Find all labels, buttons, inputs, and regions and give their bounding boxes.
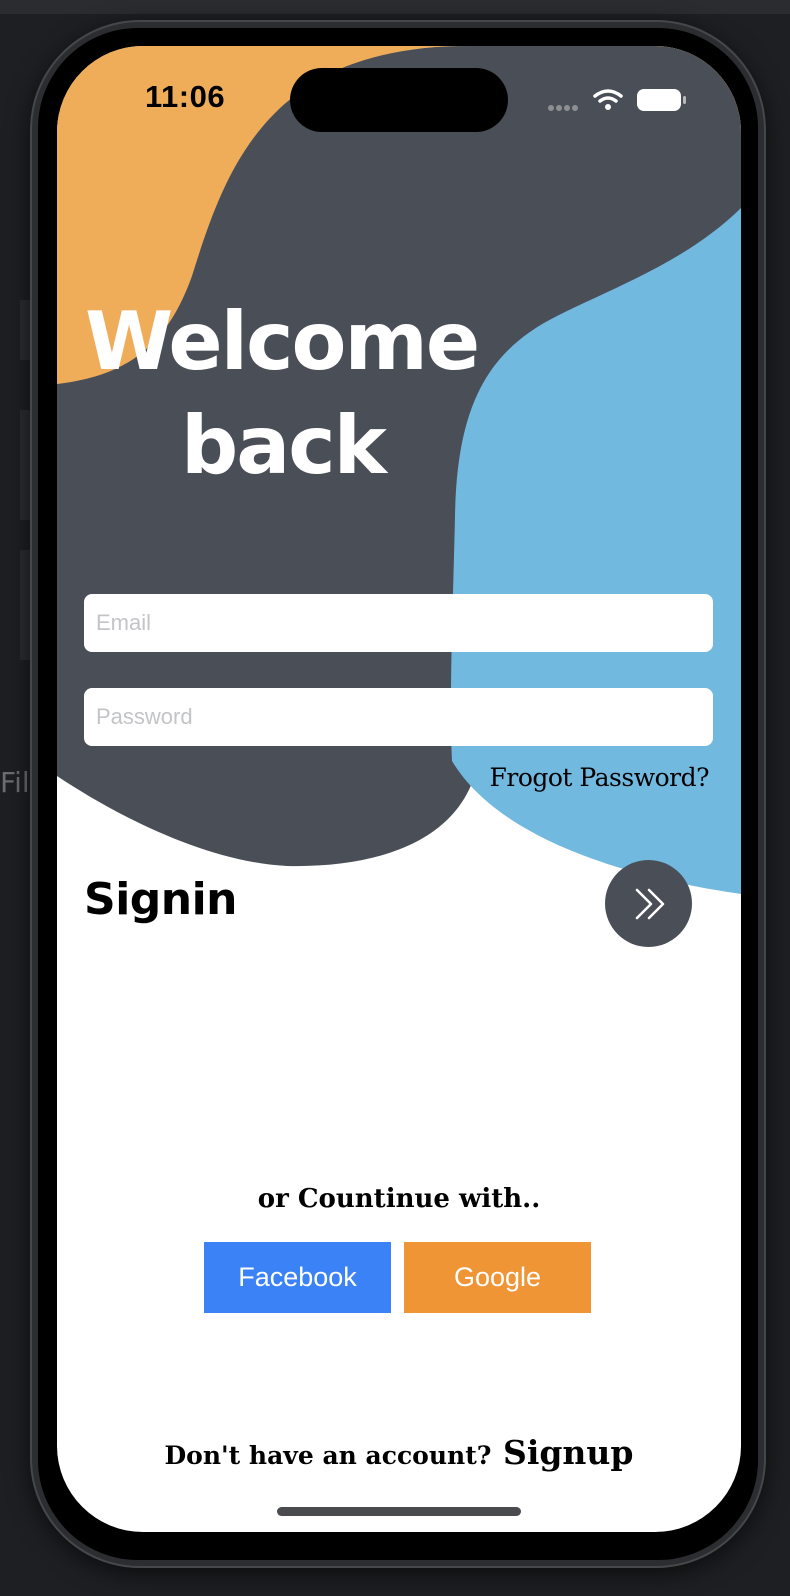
battery-icon xyxy=(637,89,686,111)
signup-footer: Don't have an account? Signup xyxy=(57,1433,741,1472)
facebook-button[interactable]: Facebook xyxy=(204,1242,391,1313)
welcome-line-2: back xyxy=(181,399,387,492)
background-side-label: Fil xyxy=(0,766,30,799)
email-field[interactable] xyxy=(84,594,713,652)
password-field[interactable] xyxy=(84,688,713,746)
signup-question: Don't have an account? xyxy=(164,1441,492,1470)
app-screen: 11:06 Welcome back Frogot Password? Sign… xyxy=(57,46,741,1532)
google-button[interactable]: Google xyxy=(404,1242,591,1313)
dynamic-island xyxy=(290,68,508,132)
social-prompt: or Countinue with.. xyxy=(257,1184,541,1214)
signin-button[interactable] xyxy=(605,860,692,947)
signin-label: Signin xyxy=(84,874,238,925)
wifi-icon xyxy=(593,89,623,110)
welcome-line-1: Welcome xyxy=(85,295,480,388)
forgot-password-link[interactable]: Frogot Password? xyxy=(490,763,710,792)
ide-top-bar xyxy=(0,0,790,14)
status-time: 11:06 xyxy=(145,79,226,114)
double-chevron-right-icon xyxy=(635,888,664,919)
welcome-heading: Welcome back xyxy=(85,290,485,498)
cellular-dots-icon xyxy=(548,105,578,111)
signup-link[interactable]: Signup xyxy=(503,1433,634,1472)
status-icons xyxy=(545,86,695,121)
ide-left-gutter xyxy=(20,300,30,360)
home-indicator[interactable] xyxy=(277,1507,521,1516)
ide-left-gutter xyxy=(20,410,30,520)
ide-left-gutter xyxy=(20,550,30,660)
